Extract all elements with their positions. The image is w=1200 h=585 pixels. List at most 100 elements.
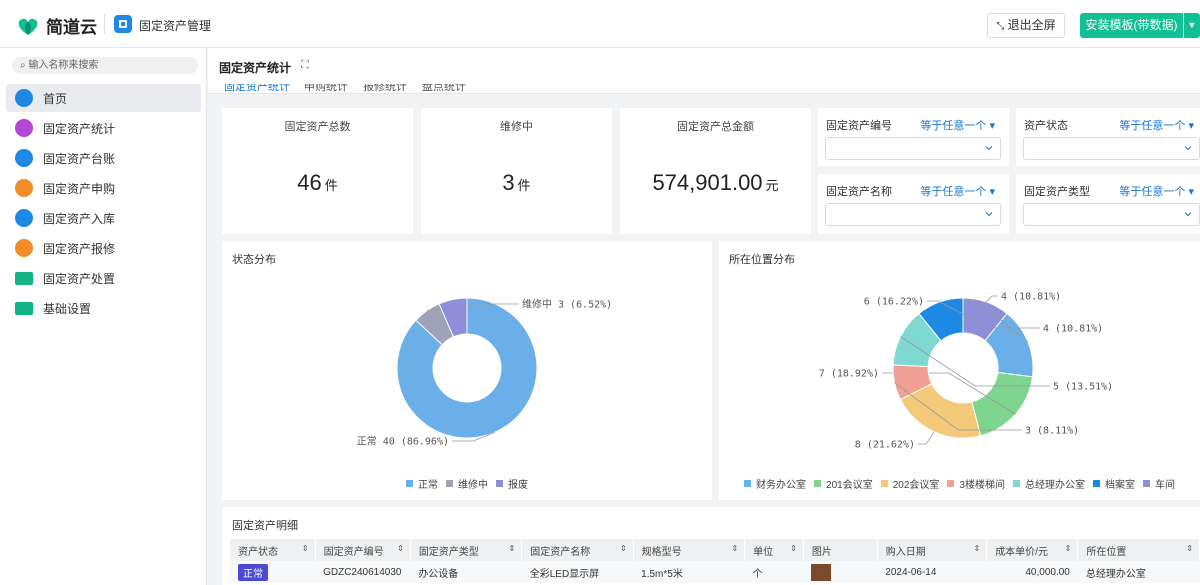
legend-item[interactable]: 3楼楼梯间 bbox=[947, 476, 1005, 491]
sort-icon[interactable]: ⇕ bbox=[1186, 544, 1193, 553]
top-bar: 简道云 固定资产管理 ⤡ 退出全屏 安装模板(带数据) ▼ bbox=[0, 0, 1200, 48]
legend-label: 报废 bbox=[508, 480, 528, 491]
sort-icon[interactable]: ⇕ bbox=[1065, 544, 1072, 553]
table-cell: 40,000.00 bbox=[986, 561, 1078, 583]
legend-swatch bbox=[446, 480, 453, 487]
fullscreen-icon[interactable]: ⛶ bbox=[301, 59, 309, 72]
filter-select[interactable] bbox=[1023, 203, 1200, 226]
legend-item[interactable]: 档案室 bbox=[1092, 476, 1135, 491]
table-cell: GDZC240614030 bbox=[315, 561, 411, 583]
chart-legend: 正常 维修中 报废 bbox=[222, 476, 712, 491]
legend-item[interactable]: 车间 bbox=[1142, 476, 1175, 491]
slice-label: 7 (18.92%) bbox=[819, 369, 879, 380]
column-header[interactable]: 固定资产类型 ⇕ bbox=[410, 539, 523, 561]
tab-purchase-stats[interactable]: 申购统计 bbox=[304, 84, 348, 93]
sidebar-search-input[interactable]: ⌕ 输入名称来搜索 bbox=[12, 57, 198, 74]
tab-repair-stats[interactable]: 报修统计 bbox=[363, 84, 407, 93]
asset-detail-card: 固定资产明细 资产状态 ⇕ 固定资产编号 ⇕ 固定资产类型 ⇕ 固定资产名称 ⇕ 规格型号 ⇕ 单位… bbox=[222, 507, 1200, 585]
sidebar-item-7[interactable]: 基础设置 bbox=[6, 294, 201, 322]
purchase-icon bbox=[15, 179, 33, 197]
tab-inventory-stats[interactable]: 盘点统计 bbox=[422, 84, 466, 93]
chart-icon bbox=[15, 119, 33, 137]
kpi-label: 固定资产总数 bbox=[284, 121, 351, 133]
filter-select[interactable] bbox=[825, 137, 1001, 160]
sidebar: ⌕ 输入名称来搜索 首页固定资产统计固定资产台账固定资产申购 固定资产入库 固定资产… bbox=[0, 48, 207, 585]
install-dropdown-button[interactable]: ▼ bbox=[1184, 13, 1200, 38]
filter-asset-name: 固定资产名称 等于任意一个 ▾ bbox=[818, 174, 1009, 234]
logo[interactable]: 简道云 bbox=[14, 13, 97, 38]
table-cell: 个 bbox=[744, 561, 804, 583]
legend-item[interactable]: 202会议室 bbox=[880, 476, 939, 491]
label-line bbox=[986, 295, 998, 303]
sort-icon[interactable]: ⇕ bbox=[620, 544, 627, 553]
legend-swatch bbox=[947, 480, 955, 487]
sidebar-item-5[interactable]: 固定资产报修 bbox=[6, 234, 201, 262]
sidebar-item-0[interactable]: 首页 bbox=[6, 84, 201, 112]
legend-swatch bbox=[496, 480, 503, 487]
column-header-label: 固定资产类型 bbox=[418, 546, 479, 558]
status-chart-card: 状态分布 正常 40 (86.96%) 维修中 3 (6.52%) 正常 维修中 报废 bbox=[222, 241, 712, 500]
collapse-icon: ⤡ bbox=[996, 21, 1005, 32]
sidebar-item-2[interactable]: 固定资产台账 bbox=[6, 144, 201, 172]
table-row[interactable]: 正常 GDZC240614030 办公设备 全彩LED显示屏 1.5m*5米个 2024-… bbox=[230, 561, 1200, 583]
column-header[interactable]: 购入日期 ⇕ bbox=[877, 539, 988, 561]
column-header[interactable]: 成本单价/元 ⇕ bbox=[986, 539, 1079, 561]
filter-operator[interactable]: 等于任意一个 ▾ bbox=[1119, 117, 1194, 133]
pie-slice[interactable] bbox=[971, 371, 1033, 437]
kpi-value: 46 件 bbox=[297, 170, 338, 195]
logo-text: 简道云 bbox=[46, 18, 97, 37]
tab-asset-stats[interactable]: 固定资产统计 bbox=[224, 84, 290, 93]
column-header[interactable]: 规格型号 ⇕ bbox=[633, 539, 746, 561]
chevron-down-icon: ▼ bbox=[1187, 20, 1197, 30]
legend-item[interactable]: 财务办公室 bbox=[744, 476, 806, 491]
legend-item[interactable]: 201会议室 bbox=[814, 476, 873, 491]
filter-operator[interactable]: 等于任意一个 ▾ bbox=[1119, 183, 1194, 199]
column-header[interactable]: 所在位置 ⇕ bbox=[1077, 539, 1200, 561]
slice-label: 6 (16.22%) bbox=[864, 297, 924, 308]
column-header[interactable]: 单位 ⇕ bbox=[744, 539, 804, 561]
sort-icon[interactable]: ⇕ bbox=[397, 544, 404, 553]
column-header-label: 所在位置 bbox=[1086, 546, 1127, 558]
sidebar-item-label: 首页 bbox=[43, 91, 68, 106]
legend-item[interactable]: 正常 bbox=[406, 476, 438, 491]
column-header[interactable]: 固定资产名称 ⇕ bbox=[521, 539, 634, 561]
filter-select[interactable] bbox=[825, 203, 1001, 226]
filter-select[interactable] bbox=[1023, 137, 1200, 160]
install-template-button[interactable]: 安装模板(带数据) bbox=[1080, 13, 1183, 38]
table-cell: 总经理办公室 bbox=[1077, 561, 1200, 583]
sidebar-item-3[interactable]: 固定资产申购 bbox=[6, 174, 201, 202]
search-placeholder: 输入名称来搜索 bbox=[28, 60, 99, 71]
legend-item[interactable]: 总经理办公室 bbox=[1012, 476, 1085, 491]
exit-fullscreen-button[interactable]: ⤡ 退出全屏 bbox=[987, 13, 1065, 38]
app-title[interactable]: 固定资产管理 bbox=[139, 17, 211, 34]
legend-swatch bbox=[880, 480, 888, 487]
column-header-label: 固定资产名称 bbox=[530, 546, 591, 558]
column-header[interactable]: 图片 bbox=[803, 539, 878, 561]
column-header[interactable]: 资产状态 ⇕ bbox=[230, 539, 316, 561]
column-header[interactable]: 固定资产编号 ⇕ bbox=[315, 539, 411, 561]
slice-label: 5 (13.51%) bbox=[1053, 382, 1113, 393]
sidebar-item-4[interactable]: 固定资产入库 bbox=[6, 204, 201, 232]
sidebar-item-6[interactable]: 固定资产处置 bbox=[6, 264, 201, 292]
sort-icon[interactable]: ⇕ bbox=[302, 544, 309, 553]
filter-operator[interactable]: 等于任意一个 ▾ bbox=[920, 117, 995, 133]
chevron-down-icon bbox=[985, 146, 993, 151]
table-cell: 办公设备 bbox=[410, 561, 522, 583]
slice-label: 4 (10.81%) bbox=[1001, 292, 1061, 303]
folder-icon bbox=[15, 271, 33, 285]
app-icon bbox=[114, 15, 132, 33]
sidebar-item-label: 固定资产台账 bbox=[43, 151, 116, 166]
legend-item[interactable]: 维修中 bbox=[446, 476, 488, 491]
sort-icon[interactable]: ⇕ bbox=[509, 544, 516, 553]
asset-thumbnail[interactable] bbox=[811, 563, 832, 581]
main-content: 固定资产统计 ⛶ 固定资产统计 申购统计 报修统计 盘点统计 固定资产总数 46… bbox=[208, 48, 1200, 585]
column-header-label: 资产状态 bbox=[238, 546, 278, 558]
legend-item[interactable]: 报废 bbox=[496, 476, 528, 491]
filter-operator[interactable]: 等于任意一个 ▾ bbox=[920, 183, 995, 199]
filter-label: 固定资产名称 bbox=[826, 186, 892, 198]
legend-label: 3楼楼梯间 bbox=[959, 480, 1005, 491]
sort-icon[interactable]: ⇕ bbox=[731, 544, 738, 553]
sort-icon[interactable]: ⇕ bbox=[790, 544, 797, 553]
sidebar-item-1[interactable]: 固定资产统计 bbox=[6, 114, 201, 142]
sort-icon[interactable]: ⇕ bbox=[973, 544, 980, 553]
